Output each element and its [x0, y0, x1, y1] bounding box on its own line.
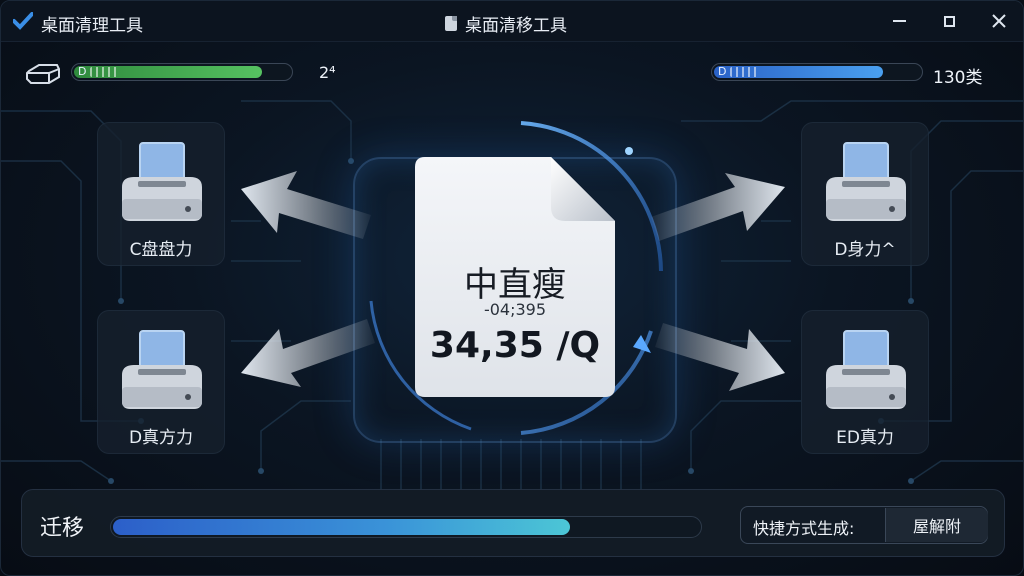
drive-scanner-icon — [122, 330, 202, 409]
shortcut-label: 快捷方式生成: — [753, 519, 855, 538]
drive-scanner-icon — [826, 330, 906, 409]
shortcut-generator: 快捷方式生成: 屋解附 — [740, 506, 988, 544]
drive-label: C盘盘力 — [129, 240, 193, 260]
drive-card-c[interactable]: C盘盘力 — [97, 122, 225, 266]
drive-label: D真方力 — [128, 428, 194, 448]
arrow-down-right-icon — [655, 323, 785, 391]
drive-label: D身力^ — [834, 240, 896, 260]
drive-scanner-icon — [826, 142, 906, 221]
drive-card-d[interactable]: D真方力 — [97, 310, 225, 454]
shortcut-button[interactable]: 屋解附 — [885, 508, 988, 542]
drive-label: ED真力 — [836, 428, 894, 448]
document-title-label: 中直瘦 — [464, 265, 566, 305]
document-subtitle-label: -04;395 — [483, 300, 547, 319]
migrate-progress-fill — [113, 519, 570, 535]
arrow-up-left-icon — [241, 171, 371, 239]
migrate-progress-bar — [110, 516, 702, 538]
drive-scanner-icon — [122, 142, 202, 221]
drive-card-d-right[interactable]: D身力^ — [801, 122, 929, 266]
arrow-down-left-icon — [241, 319, 375, 387]
app-window: 桌面清理工具 桌面清移工具 D 2⁴ D 130类 中直瘦 -04;395 34… — [0, 0, 1024, 576]
migrate-label: 迁移 — [40, 516, 85, 541]
drive-card-e[interactable]: ED真力 — [801, 310, 929, 454]
arrow-up-right-icon — [651, 173, 785, 241]
document-value-label: 34,35 /Q — [429, 325, 601, 366]
migration-panel: 迁移 快捷方式生成: 屋解附 — [21, 489, 1005, 557]
